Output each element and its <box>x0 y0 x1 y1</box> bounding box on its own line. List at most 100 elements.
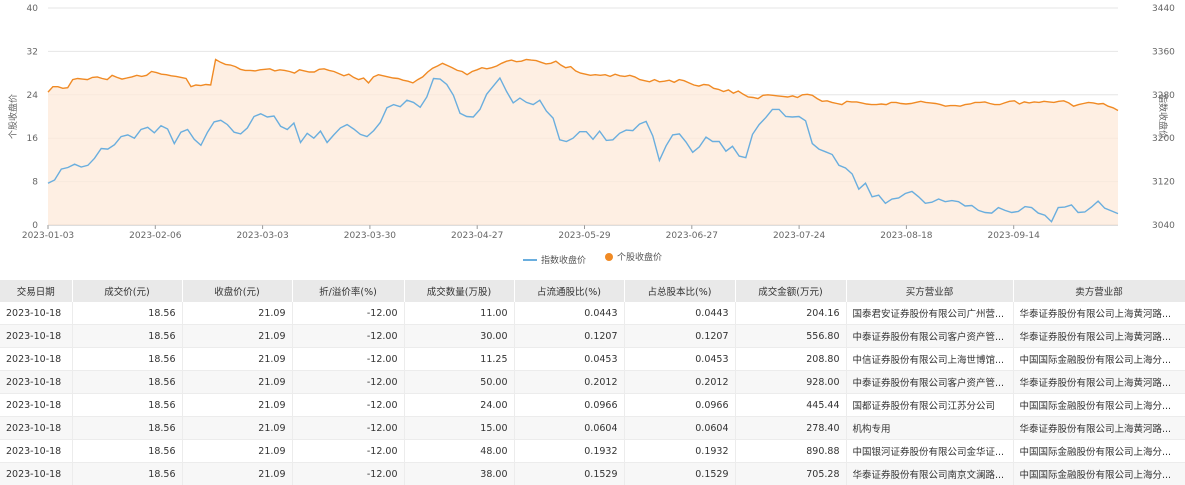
column-header[interactable]: 卖方营业部 <box>1013 280 1185 302</box>
table-cell: 华泰证券股份有限公司上海黄河路... <box>1013 324 1185 348</box>
table-cell: 0.0443 <box>514 302 625 325</box>
table-cell: 18.56 <box>72 462 183 485</box>
table-cell: 0.2012 <box>514 370 625 394</box>
table-cell: 18.56 <box>72 393 183 417</box>
table-row[interactable]: 2023-10-18 18.56 21.09 -12.00 11.25 0.0453 0.0… <box>0 347 1185 371</box>
table-cell: 11.25 <box>404 347 515 371</box>
table-cell: 928.00 <box>735 370 847 394</box>
table-cell: 445.44 <box>735 393 847 417</box>
y-right-axis-title: 指数收盘价 <box>1157 94 1169 139</box>
legend-item-stock[interactable]: 个股收盘价 <box>604 250 662 263</box>
table-cell: 0.1529 <box>514 462 625 485</box>
table-row[interactable]: 2023-10-18 18.56 21.09 -12.00 48.00 0.1932 0.1… <box>0 439 1185 463</box>
table-cell: 0.2012 <box>624 370 736 394</box>
table-cell: -12.00 <box>292 302 405 325</box>
table-cell: 2023-10-18 <box>0 370 73 394</box>
column-header[interactable]: 收盘价(元) <box>182 280 293 302</box>
table-cell: 21.09 <box>182 347 293 371</box>
table-cell: 中国国际金融股份有限公司上海分... <box>1013 347 1185 371</box>
table-cell: 0.1932 <box>624 439 736 463</box>
y-right-tick-label: 3360 <box>1152 47 1175 57</box>
table-row[interactable]: 2023-10-18 18.56 21.09 -12.00 24.00 0.0966 0.0… <box>0 393 1185 417</box>
x-tick-label: 2023-08-18 <box>880 231 933 241</box>
table-cell: 21.09 <box>182 302 293 325</box>
x-tick-label: 2023-06-27 <box>666 231 718 241</box>
x-tick-label: 2023-04-27 <box>451 231 503 241</box>
legend-label-stock: 个股收盘价 <box>616 253 662 263</box>
table-cell: 11.00 <box>404 302 515 325</box>
table-cell: 18.56 <box>72 324 183 348</box>
table-cell: 华泰证券股份有限公司上海黄河路... <box>1013 416 1185 440</box>
y-left-tick-label: 0 <box>32 221 38 231</box>
table-cell: 0.0604 <box>514 416 625 440</box>
y-left-tick-label: 24 <box>27 91 39 101</box>
table-row[interactable]: 2023-10-18 18.56 21.09 -12.00 11.00 0.0443 0.0… <box>0 302 1185 325</box>
y-right-tick-label: 3440 <box>1152 4 1175 14</box>
table-cell: 0.1207 <box>624 324 736 348</box>
block-trade-table-container: 交易日期 成交价(元) 收盘价(元) 折/溢价率(%) 成交数量(万股) 占流通股比(%)… <box>0 280 1185 485</box>
column-header[interactable]: 交易日期 <box>0 280 73 302</box>
table-cell: 21.09 <box>182 393 293 417</box>
table-cell: 华泰证券股份有限公司上海黄河路... <box>1013 370 1185 394</box>
table-cell: 国泰君安证券股份有限公司广州营... <box>846 302 1014 325</box>
table-cell: 2023-10-18 <box>0 347 73 371</box>
table-cell: 0.0453 <box>624 347 736 371</box>
column-header[interactable]: 占流通股比(%) <box>514 280 625 302</box>
y-right-tick-label: 3120 <box>1152 178 1175 188</box>
table-cell: 0.0443 <box>624 302 736 325</box>
table-cell: -12.00 <box>292 324 405 348</box>
table-cell: 30.00 <box>404 324 515 348</box>
table-cell: 278.40 <box>735 416 847 440</box>
x-tick-label: 2023-03-30 <box>344 231 397 241</box>
table-cell: 21.09 <box>182 324 293 348</box>
table-cell: 2023-10-18 <box>0 416 73 440</box>
legend-item-index[interactable]: 指数收盘价 <box>523 253 586 266</box>
table-cell: 中国国际金融股份有限公司上海分... <box>1013 439 1185 463</box>
table-cell: 24.00 <box>404 393 515 417</box>
price-chart: 0816243240304031203200328033603440个股收盘价指… <box>7 4 1175 241</box>
y-right-tick-label: 3040 <box>1152 221 1175 231</box>
table-cell: 18.56 <box>72 302 183 325</box>
table-cell: 38.00 <box>404 462 515 485</box>
legend-label-index: 指数收盘价 <box>541 256 587 266</box>
table-cell: 50.00 <box>404 370 515 394</box>
x-tick-label: 2023-09-14 <box>988 231 1041 241</box>
table-row[interactable]: 2023-10-18 18.56 21.09 -12.00 30.00 0.1207 0.1… <box>0 324 1185 348</box>
column-header[interactable]: 成交价(元) <box>72 280 183 302</box>
table-cell: 18.56 <box>72 439 183 463</box>
column-header[interactable]: 买方营业部 <box>846 280 1014 302</box>
y-left-tick-label: 32 <box>27 47 38 57</box>
table-cell: 2023-10-18 <box>0 462 73 485</box>
table-cell: 中国银河证券股份有限公司金华证... <box>846 439 1014 463</box>
table-cell: 15.00 <box>404 416 515 440</box>
legend-line-icon <box>523 258 538 261</box>
table-cell: 2023-10-18 <box>0 324 73 348</box>
x-tick-label: 2023-01-03 <box>22 231 74 241</box>
table-cell: 0.0604 <box>624 416 736 440</box>
table-cell: 0.1207 <box>514 324 625 348</box>
column-header[interactable]: 占总股本比(%) <box>624 280 736 302</box>
table-cell: 华泰证券股份有限公司上海黄河路... <box>1013 302 1185 325</box>
table-cell: 0.1932 <box>514 439 625 463</box>
table-row[interactable]: 2023-10-18 18.56 21.09 -12.00 15.00 0.0604 0.0… <box>0 416 1185 440</box>
y-left-tick-label: 16 <box>27 134 39 144</box>
table-cell: -12.00 <box>292 370 405 394</box>
table-cell: 中泰证券股份有限公司客户资产管... <box>846 324 1014 348</box>
table-cell: 21.09 <box>182 462 293 485</box>
table-row[interactable]: 2023-10-18 18.56 21.09 -12.00 38.00 0.1529 0.1… <box>0 462 1185 485</box>
x-tick-label: 2023-07-24 <box>773 231 826 241</box>
column-header[interactable]: 成交数量(万股) <box>404 280 515 302</box>
table-cell: 21.09 <box>182 416 293 440</box>
table-cell: 0.1529 <box>624 462 736 485</box>
table-cell: 机构专用 <box>846 416 1014 440</box>
table-cell: 0.0966 <box>514 393 625 417</box>
table-cell: -12.00 <box>292 439 405 463</box>
table-cell: 21.09 <box>182 439 293 463</box>
chart-area: 0 8 16 24 32 40 3040 3120 3200 3280 3360 3440 个股收盘价指… <box>0 0 1185 275</box>
table-cell: 705.28 <box>735 462 847 485</box>
table-cell: 48.00 <box>404 439 515 463</box>
column-header[interactable]: 成交金额(万元) <box>735 280 847 302</box>
column-header[interactable]: 折/溢价率(%) <box>292 280 405 302</box>
table-cell: 2023-10-18 <box>0 302 73 325</box>
table-row[interactable]: 2023-10-18 18.56 21.09 -12.00 50.00 0.2012 0.2… <box>0 370 1185 394</box>
